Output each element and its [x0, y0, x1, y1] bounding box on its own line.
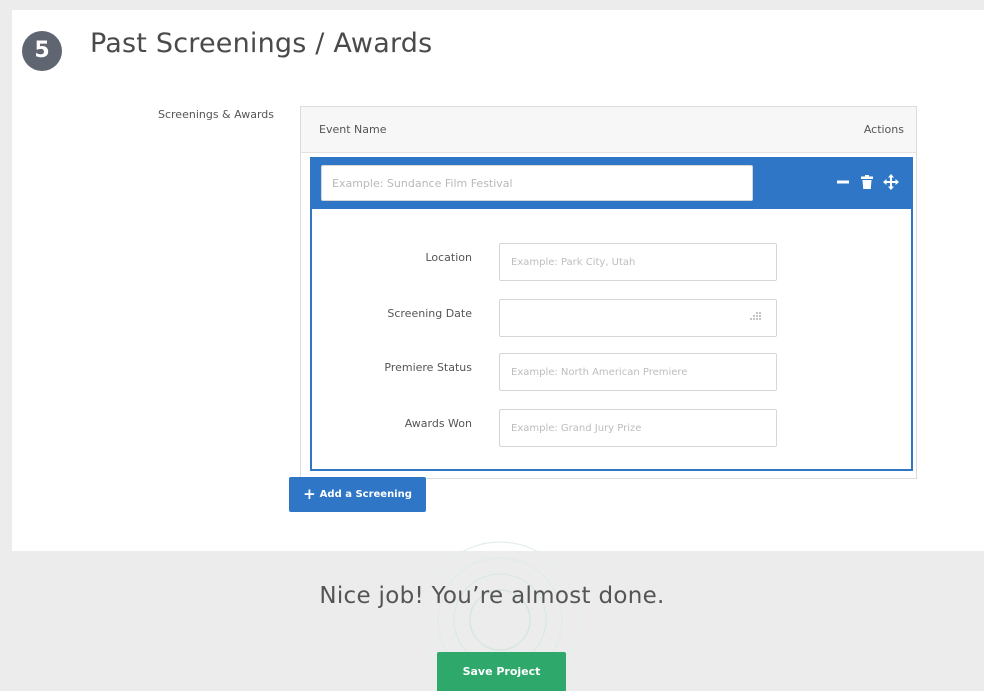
completion-message: Nice job! You’re almost done.	[319, 583, 665, 609]
move-icon[interactable]	[883, 174, 899, 190]
screening-date-input[interactable]	[499, 299, 777, 337]
awards-won-label: Awards Won	[404, 417, 472, 430]
trash-icon[interactable]	[859, 174, 875, 190]
plus-icon: +	[303, 485, 316, 503]
location-input[interactable]	[499, 243, 777, 281]
screening-entry: Location Screening Date	[310, 157, 913, 471]
entry-actions	[835, 174, 899, 190]
screenings-table: Event Name Actions Example: Sundance Fil…	[300, 106, 917, 479]
premiere-status-label: Premiere Status	[384, 361, 472, 374]
premiere-status-row: Premiere Status	[312, 353, 911, 393]
awards-won-input[interactable]	[499, 409, 777, 447]
premiere-status-input[interactable]	[499, 353, 777, 391]
table-header: Event Name Actions	[301, 107, 916, 153]
column-header-actions: Actions	[863, 123, 904, 136]
calendar-icon[interactable]	[749, 310, 763, 324]
screening-date-label: Screening Date	[387, 307, 472, 320]
screening-entry-header	[312, 159, 911, 209]
event-name-input[interactable]	[321, 165, 753, 201]
column-header-event-name: Event Name	[319, 123, 387, 136]
screening-date-row: Screening Date	[312, 299, 911, 339]
page: 5 Past Screenings / Awards Screenings & …	[0, 0, 984, 691]
section-card: 5 Past Screenings / Awards Screenings & …	[12, 10, 984, 551]
minus-icon[interactable]	[835, 174, 851, 190]
add-screening-button[interactable]: + Add a Screening	[289, 477, 426, 512]
screenings-awards-label: Screenings & Awards	[158, 108, 274, 121]
save-project-button[interactable]: Save Project	[437, 652, 566, 691]
add-screening-label: Add a Screening	[319, 489, 412, 500]
location-row: Location	[312, 243, 911, 283]
awards-won-row: Awards Won	[312, 409, 911, 449]
location-label: Location	[425, 251, 472, 264]
step-number-badge: 5	[22, 31, 62, 71]
section-title: Past Screenings / Awards	[90, 28, 433, 59]
